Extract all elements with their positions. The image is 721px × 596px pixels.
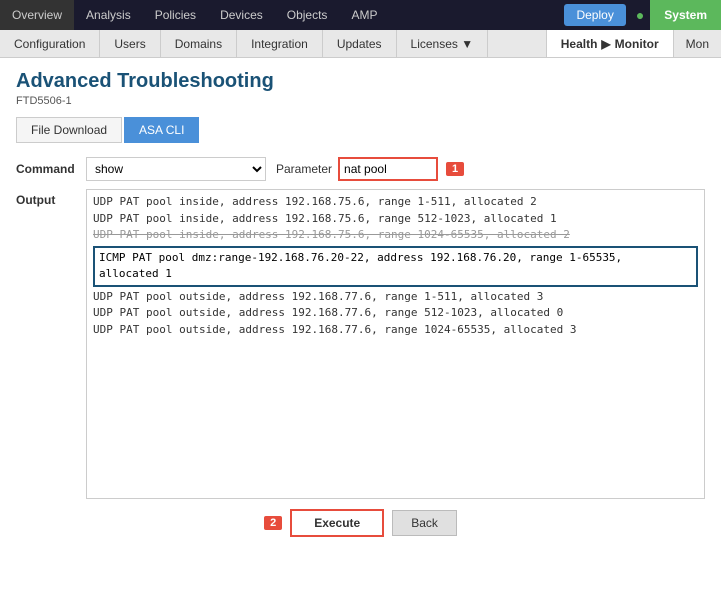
- nav-health-monitor[interactable]: Health ▶ Monitor: [546, 30, 674, 57]
- output-line: UDP PAT pool inside, address 192.168.75.…: [93, 194, 698, 211]
- command-label: Command: [16, 162, 86, 176]
- output-line: UDP PAT pool outside, address 192.168.77…: [93, 289, 698, 306]
- output-line: UDP PAT pool outside, address 192.168.77…: [93, 305, 698, 322]
- command-select[interactable]: show debug ping traceroute packet-tracer: [86, 157, 266, 181]
- param-label: Parameter: [276, 162, 332, 176]
- nav-spacer: [389, 0, 560, 30]
- output-row: Output UDP PAT pool inside, address 192.…: [16, 189, 705, 499]
- command-row: Command show debug ping traceroute packe…: [16, 157, 705, 181]
- nav-overview[interactable]: Overview: [0, 0, 74, 30]
- nav-users[interactable]: Users: [100, 30, 160, 57]
- output-line-highlighted: ICMP PAT pool dmz:range-192.168.76.20-22…: [93, 246, 698, 287]
- back-button[interactable]: Back: [392, 510, 457, 536]
- bottom-bar: 2 Execute Back: [16, 499, 705, 543]
- nav-policies[interactable]: Policies: [143, 0, 208, 30]
- health-label: Health: [561, 37, 598, 51]
- nav-domains[interactable]: Domains: [161, 30, 237, 57]
- output-box: UDP PAT pool inside, address 192.168.75.…: [86, 189, 705, 499]
- nav-integration[interactable]: Integration: [237, 30, 323, 57]
- nav-licenses[interactable]: Licenses ▼: [397, 30, 489, 57]
- nav-configuration[interactable]: Configuration: [0, 30, 100, 57]
- output-label: Output: [16, 189, 86, 207]
- nav-devices[interactable]: Devices: [208, 0, 275, 30]
- execute-button[interactable]: Execute: [290, 509, 384, 537]
- page-content: Advanced Troubleshooting FTD5506-1 File …: [0, 58, 721, 596]
- nav-analysis[interactable]: Analysis: [74, 0, 143, 30]
- step2-badge: 2: [264, 516, 282, 530]
- nav-mon[interactable]: Mon: [674, 30, 721, 57]
- output-line: UDP PAT pool outside, address 192.168.77…: [93, 322, 698, 339]
- second-nav-spacer: [488, 30, 546, 57]
- tab-asa-cli[interactable]: ASA CLI: [124, 117, 199, 143]
- deploy-button[interactable]: Deploy: [564, 4, 625, 26]
- tab-file-download[interactable]: File Download: [16, 117, 122, 143]
- param-input[interactable]: [338, 157, 438, 181]
- page-subtitle: FTD5506-1: [16, 95, 705, 107]
- nav-updates[interactable]: Updates: [323, 30, 397, 57]
- nav-amp[interactable]: AMP: [339, 0, 389, 30]
- health-arrow: ▶: [601, 37, 610, 51]
- top-navigation: Overview Analysis Policies Devices Objec…: [0, 0, 721, 30]
- page-title: Advanced Troubleshooting: [16, 70, 705, 93]
- second-navigation: Configuration Users Domains Integration …: [0, 30, 721, 58]
- tab-bar: File Download ASA CLI: [16, 117, 705, 143]
- output-line-strikethrough: UDP PAT pool inside, address 192.168.75.…: [93, 227, 698, 244]
- deploy-status-icon: ●: [630, 0, 650, 30]
- system-button[interactable]: System: [650, 0, 721, 30]
- nav-objects[interactable]: Objects: [275, 0, 340, 30]
- step1-badge: 1: [446, 162, 464, 176]
- monitor-label: Monitor: [615, 37, 659, 51]
- output-line: UDP PAT pool inside, address 192.168.75.…: [93, 211, 698, 228]
